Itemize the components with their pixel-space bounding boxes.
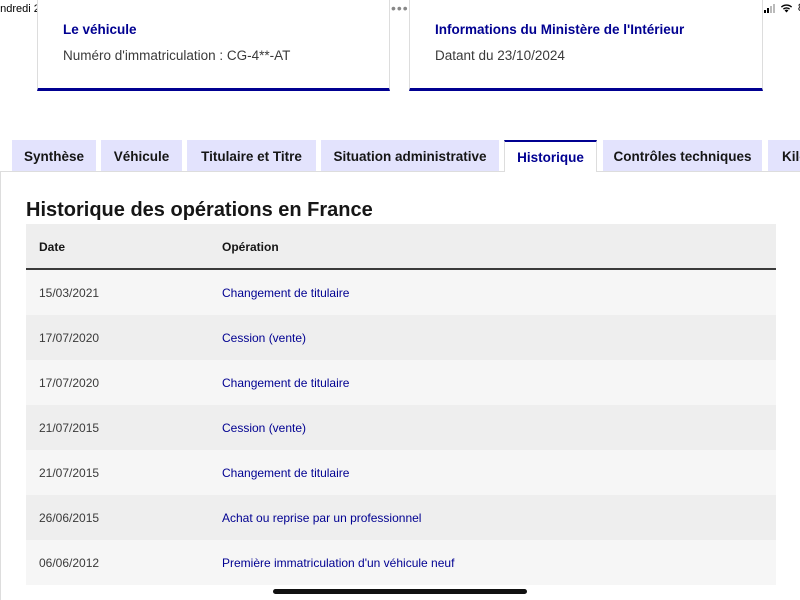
history-table: Date Opération 15/03/2021 Changement de … xyxy=(26,224,776,585)
operation-link[interactable]: Première immatriculation d'un véhicule n… xyxy=(222,556,454,570)
table-row: 17/07/2020 Cession (vente) xyxy=(26,315,776,360)
registration-number: Numéro d'immatriculation : CG-4**-AT xyxy=(63,48,291,63)
operation-date: 21/07/2015 xyxy=(39,466,100,480)
operation-date: 21/07/2015 xyxy=(39,421,100,435)
table-row: 21/07/2015 Cession (vente) xyxy=(26,405,776,450)
tab-historique[interactable]: Historique xyxy=(504,140,597,172)
tab-titulaire-et-titre[interactable]: Titulaire et Titre xyxy=(187,140,316,172)
table-body: 15/03/2021 Changement de titulaire 17/07… xyxy=(26,270,776,585)
operation-date: 17/07/2020 xyxy=(39,331,100,345)
operation-link[interactable]: Changement de titulaire xyxy=(222,466,349,480)
operation-date: 06/06/2012 xyxy=(39,556,100,570)
vehicle-card-title: Le véhicule xyxy=(63,22,137,37)
table-row: 15/03/2021 Changement de titulaire xyxy=(26,270,776,315)
table-row: 06/06/2012 Première immatriculation d'un… xyxy=(26,540,776,585)
operation-link[interactable]: Changement de titulaire xyxy=(222,286,349,300)
ministry-card: Informations du Ministère de l'Intérieur… xyxy=(409,0,763,91)
vehicle-card: Le véhicule Numéro d'immatriculation : C… xyxy=(37,0,390,91)
tab-bar: Synthèse Véhicule Titulaire et Titre Sit… xyxy=(0,140,800,172)
history-panel: Historique des opérations en France Date… xyxy=(0,172,800,600)
tab-vehicule[interactable]: Véhicule xyxy=(101,140,182,172)
operation-link[interactable]: Cession (vente) xyxy=(222,421,306,435)
column-header-operation: Opération xyxy=(222,240,279,254)
page-title: Historique des opérations en France xyxy=(26,199,373,221)
ministry-card-title: Informations du Ministère de l'Intérieur xyxy=(435,22,685,37)
operation-link[interactable]: Achat ou reprise par un professionnel xyxy=(222,511,421,525)
operation-link[interactable]: Changement de titulaire xyxy=(222,376,349,390)
wifi-icon xyxy=(780,4,792,13)
tab-controles-techniques[interactable]: Contrôles techniques xyxy=(603,140,762,172)
tab-kilometrage[interactable]: Kilo xyxy=(768,140,800,172)
status-indicators: 8 xyxy=(763,2,800,14)
table-row: 17/07/2020 Changement de titulaire xyxy=(26,360,776,405)
ministry-info-date: Datant du 23/10/2024 xyxy=(435,48,565,63)
multitasking-dots-icon[interactable]: ••• xyxy=(391,0,409,16)
column-header-date: Date xyxy=(39,240,66,254)
table-row: 26/06/2015 Achat ou reprise par un profe… xyxy=(26,495,776,540)
operation-link[interactable]: Cession (vente) xyxy=(222,331,306,345)
operation-date: 26/06/2015 xyxy=(39,511,100,525)
table-row: 21/07/2015 Changement de titulaire xyxy=(26,450,776,495)
cellular-signal-icon xyxy=(763,3,775,13)
home-indicator[interactable] xyxy=(273,589,527,594)
operation-date: 15/03/2021 xyxy=(39,286,100,300)
tab-synthese[interactable]: Synthèse xyxy=(12,140,96,172)
tab-situation-administrative[interactable]: Situation administrative xyxy=(321,140,499,172)
table-header: Date Opération xyxy=(26,224,776,270)
operation-date: 17/07/2020 xyxy=(39,376,100,390)
